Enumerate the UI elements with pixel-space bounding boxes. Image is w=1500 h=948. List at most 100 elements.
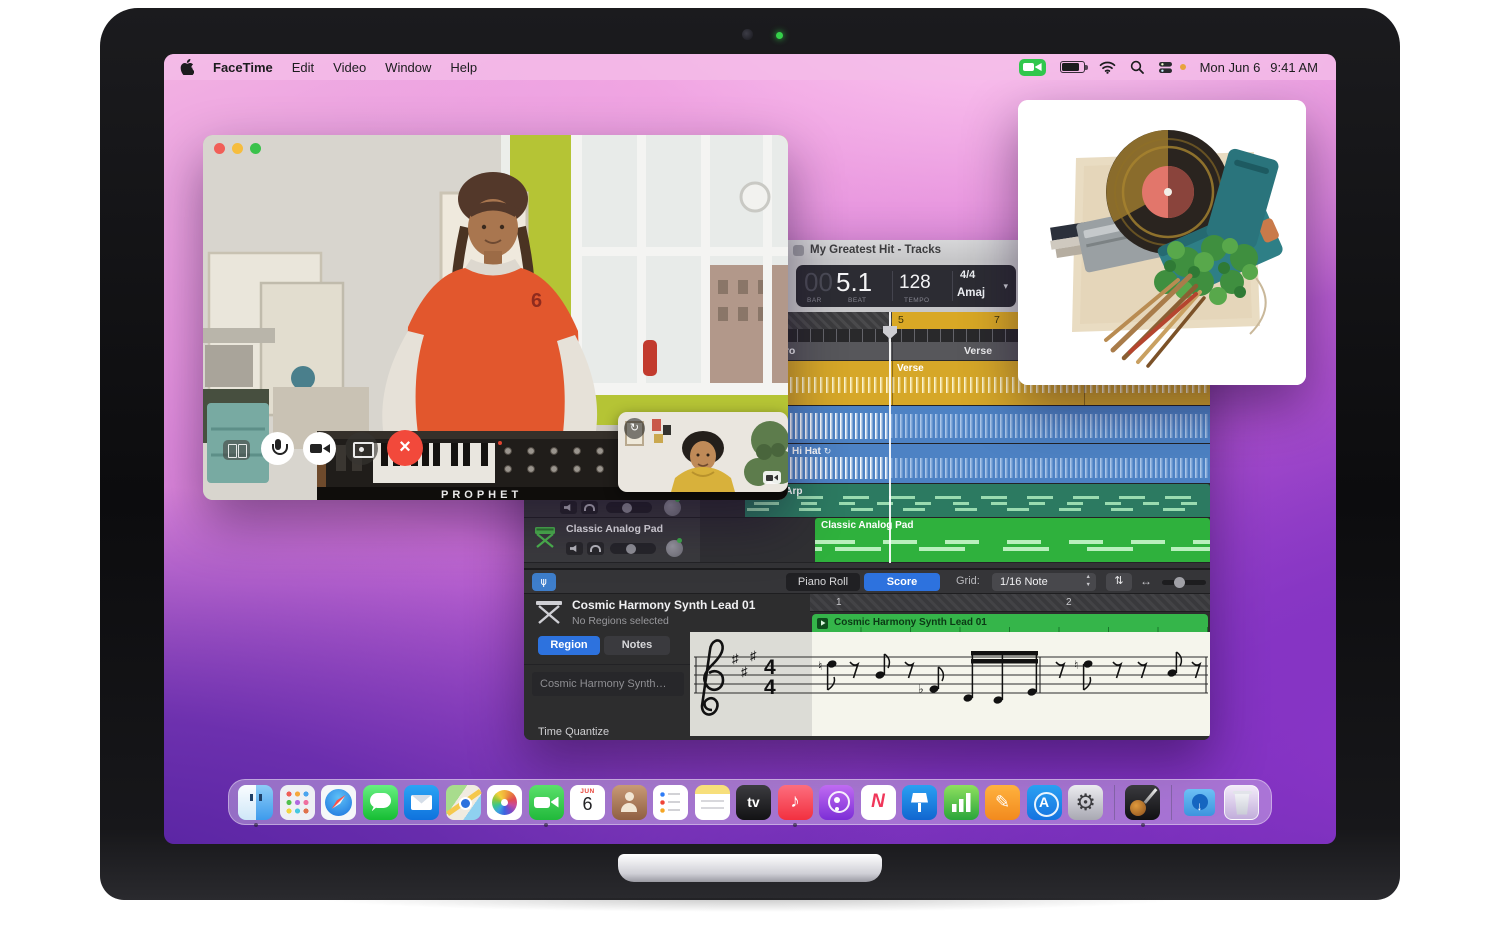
svg-text:♯: ♯	[732, 651, 739, 666]
close-button[interactable]	[214, 143, 225, 154]
dock-garageband-icon[interactable]	[1125, 785, 1160, 820]
dock-notes-icon[interactable]	[695, 785, 730, 820]
lcd-divider	[952, 271, 953, 301]
album-artwork-collage	[1018, 100, 1306, 385]
facetime-window[interactable]: 6	[203, 135, 788, 500]
score-bar-1: 1	[836, 597, 842, 608]
dock-appstore-icon[interactable]: A	[1027, 785, 1062, 820]
menu-help[interactable]: Help	[450, 60, 477, 75]
notes-tab[interactable]: Notes	[604, 636, 670, 655]
track-lane-pad[interactable]: Classic Analog Pad	[700, 518, 1210, 563]
grid-value-dropdown[interactable]: 1/16 Note ▲▼	[992, 573, 1096, 591]
apple-menu-icon[interactable]	[180, 59, 194, 75]
dock-podcasts-icon[interactable]	[819, 785, 854, 820]
camera-active-indicator-icon[interactable]	[1019, 59, 1046, 76]
lcd-tempo-value[interactable]: 128	[899, 272, 931, 294]
midi-region-arp[interactable]: Analog Arp	[745, 484, 1210, 517]
picture-in-picture[interactable]: ↻	[618, 412, 788, 492]
dock-tv-icon[interactable]: tv	[736, 785, 771, 820]
lcd-key[interactable]: Amaj	[957, 287, 985, 299]
minimize-button[interactable]	[232, 143, 243, 154]
camera-toggle-button[interactable]	[303, 432, 336, 465]
dock-settings-icon[interactable]: ⚙	[1068, 785, 1103, 820]
volume-slider[interactable]	[606, 502, 652, 513]
catch-playhead-button[interactable]: ⋔	[532, 573, 556, 591]
notification-dot	[1180, 64, 1186, 70]
album-artwork-window[interactable]	[1018, 100, 1306, 385]
dock-safari-icon[interactable]	[321, 785, 356, 820]
dock-reminders-icon[interactable]	[653, 785, 688, 820]
menu-video[interactable]: Video	[333, 60, 366, 75]
mute-mic-button[interactable]	[261, 432, 294, 465]
dropdown-chevrons-icon: ▲▼	[1086, 574, 1091, 589]
screen-share-button[interactable]	[345, 432, 378, 465]
solo-button[interactable]	[587, 542, 604, 555]
region-play-icon[interactable]	[817, 618, 828, 629]
score-region-header[interactable]: Cosmic Harmony Synth Lead 01	[812, 614, 1208, 632]
vertical-zoom-button[interactable]: ⇅	[1106, 573, 1132, 591]
menubar-time[interactable]: 9:41 AM	[1270, 60, 1318, 75]
dock-numbers-icon[interactable]	[944, 785, 979, 820]
track-header-pad[interactable]: Classic Analog Pad	[524, 518, 700, 563]
dock-messages-icon[interactable]	[363, 785, 398, 820]
lcd-divider	[892, 271, 893, 301]
dock-finder-icon[interactable]	[238, 785, 273, 820]
playhead[interactable]	[889, 312, 891, 563]
sidebar-toggle-icon[interactable]	[223, 440, 250, 460]
flip-camera-icon[interactable]: ↻	[624, 418, 645, 439]
menu-edit[interactable]: Edit	[292, 60, 314, 75]
arrangement-verse-label[interactable]: Verse	[964, 345, 992, 357]
solo-button[interactable]	[581, 501, 598, 514]
dock-mail-icon[interactable]	[404, 785, 439, 820]
dock-maps-icon[interactable]	[446, 785, 481, 820]
pad-track-name[interactable]: Classic Analog Pad	[566, 523, 663, 535]
menu-window[interactable]: Window	[385, 60, 431, 75]
dock-facetime-icon[interactable]	[529, 785, 564, 820]
dock-news-icon[interactable]: N	[861, 785, 896, 820]
pan-knob[interactable]	[664, 499, 681, 516]
wifi-icon[interactable]	[1099, 61, 1116, 74]
keyboard-stand-icon	[534, 600, 564, 624]
hihat-region-label: Hi Hat ↻	[792, 446, 831, 457]
region-tab[interactable]: Region	[538, 636, 600, 655]
dock-music-icon[interactable]: ♪	[778, 785, 813, 820]
piano-roll-tab[interactable]: Piano Roll	[786, 573, 860, 591]
pan-knob[interactable]	[666, 540, 683, 557]
battery-icon[interactable]	[1060, 61, 1085, 73]
dock-contacts-icon[interactable]	[612, 785, 647, 820]
lcd-time-signature[interactable]: 4/4	[960, 270, 975, 281]
score-tab[interactable]: Score	[864, 573, 940, 591]
window-traffic-lights	[214, 143, 261, 154]
menu-bar: FaceTime Edit Video Window Help	[164, 54, 1336, 80]
midi-region-pad[interactable]: Classic Analog Pad	[815, 518, 1210, 562]
zoom-button[interactable]	[250, 143, 261, 154]
score-bar-2: 2	[1066, 597, 1072, 608]
score-ruler[interactable]: 1 2	[810, 594, 1210, 612]
dock-pages-icon[interactable]: ✎	[985, 785, 1020, 820]
user-switch-icon[interactable]	[1158, 61, 1174, 74]
waveform	[890, 458, 1210, 478]
mute-button[interactable]	[566, 542, 583, 555]
dock-calendar-icon[interactable]: JUN6	[570, 785, 605, 820]
dock-photos-icon[interactable]	[487, 785, 522, 820]
ruler-tick-5: 5	[898, 314, 904, 326]
transport-lcd[interactable]: 00 5.1 BAR BEAT 128 TEMPO 4/4 Amaj ▾	[796, 265, 1016, 307]
dock-downloads-icon[interactable]: ↓	[1182, 785, 1217, 820]
dock-trash-icon[interactable]	[1224, 785, 1259, 820]
end-call-button[interactable]: ×	[387, 430, 423, 466]
webcam-indicator-light	[776, 32, 783, 39]
svg-text:♯: ♯	[750, 648, 757, 663]
menubar-date[interactable]: Mon Jun 6	[1200, 60, 1261, 75]
mute-button[interactable]	[560, 501, 577, 514]
running-indicator-dot	[254, 823, 258, 827]
dock-keynote-icon[interactable]	[902, 785, 937, 820]
volume-slider[interactable]	[610, 543, 656, 554]
spotlight-search-icon[interactable]	[1130, 60, 1144, 74]
patch-name-row[interactable]: Cosmic Harmony Synth…	[532, 672, 684, 696]
lcd-chevron-down-icon[interactable]: ▾	[1003, 281, 1008, 292]
menu-facetime[interactable]: FaceTime	[213, 60, 273, 75]
zoom-slider[interactable]	[1162, 580, 1206, 585]
lcd-bar-ghost: 00	[804, 267, 833, 298]
dock-launchpad-icon[interactable]	[280, 785, 315, 820]
waveform	[890, 414, 1210, 438]
